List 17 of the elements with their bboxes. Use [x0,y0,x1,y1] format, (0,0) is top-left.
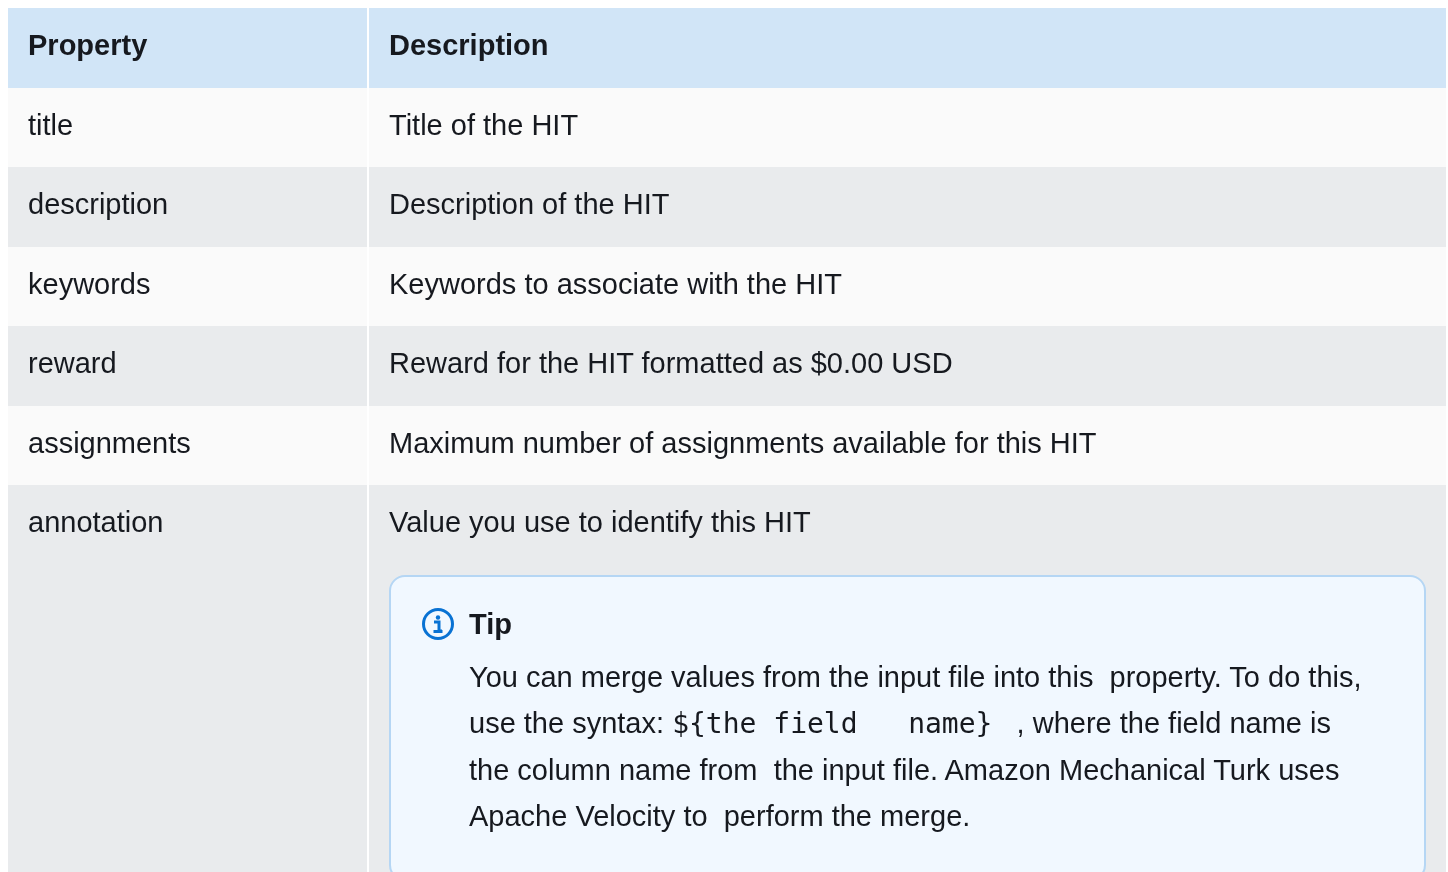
property-cell: title [8,87,368,167]
column-header: Property [8,8,368,88]
property-cell: assignments [8,405,368,485]
column-header: Description [368,8,1446,88]
description-cell: Maximum number of assignments available for this HIT [368,405,1446,485]
tip-text: You can merge values from the input file into this property. To do this, use the syntax: ${the field name} , where the field name is the column name from the input file. Amazon Mechanical Turk uses Apache Velocity to perform the merge. [469,660,1363,834]
property-cell: reward [8,326,368,406]
description-cell: Keywords to associate with the HIT [368,246,1446,326]
tip-title: Tip [469,606,513,642]
description-cell: Description of the HIT [368,167,1446,247]
description-cell: Title of the HIT [368,87,1446,167]
property-cell: description [8,167,368,247]
info-icon [421,606,455,641]
property-cell: keywords [8,246,368,326]
description-text: Value you use to identify this HIT [389,505,812,540]
property-cell: annotation [8,485,368,872]
description-cell: Reward for the HIT formatted as $0.00 USD [368,326,1446,406]
